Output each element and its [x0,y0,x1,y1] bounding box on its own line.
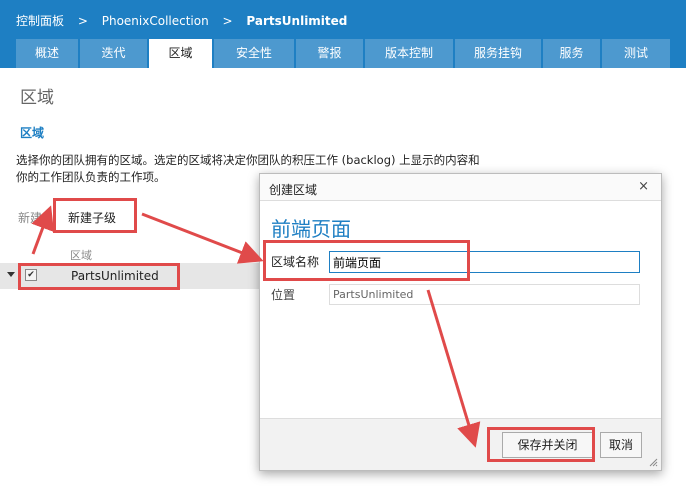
breadcrumb-item-control-panel[interactable]: 控制面板 [16,12,64,29]
dialog-title: 创建区域 [269,183,318,197]
dialog-footer: 保存并关闭 取消 [260,418,661,470]
page-title: 区域 [20,88,54,108]
breadcrumb-item-project[interactable]: PartsUnlimited [246,14,347,28]
location-field: PartsUnlimited [329,284,640,305]
top-bar: 控制面板 > PhoenixCollection > PartsUnlimite… [0,0,686,68]
create-area-dialog: 创建区域 × 前端页面 区域名称 位置 PartsUnlimited 保存并关闭… [259,173,662,471]
column-header-area: 区域 [70,249,92,262]
new-child-button[interactable]: 新建子级 [68,209,116,226]
tab-iterations[interactable]: 迭代 [80,39,147,68]
new-button[interactable]: 新建 [18,209,42,226]
checkbox-icon[interactable]: ✔ [25,269,37,281]
section-link-areas[interactable]: 区域 [20,124,44,141]
cancel-button[interactable]: 取消 [600,432,642,458]
dialog-titlebar[interactable]: 创建区域 × [260,174,661,201]
resize-grip-icon[interactable] [648,457,658,467]
tree-row-label: PartsUnlimited [71,269,159,283]
area-name-input[interactable] [329,251,640,273]
tab-areas[interactable]: 区域 [149,39,212,68]
tab-alerts[interactable]: 警报 [296,39,363,68]
save-and-close-button[interactable]: 保存并关闭 [502,432,593,458]
breadcrumb-separator: > [77,14,88,28]
tab-version-control[interactable]: 版本控制 [365,39,453,68]
breadcrumb-separator: > [222,14,233,28]
location-label: 位置 [271,288,296,302]
area-name-label: 区域名称 [271,255,320,269]
arrow-to-dialog-name [141,212,264,264]
close-icon[interactable]: × [638,179,649,194]
tab-services[interactable]: 服务 [543,39,600,68]
tab-security[interactable]: 安全性 [214,39,294,68]
tab-bar: 概述 迭代 区域 安全性 警报 版本控制 服务挂钩 服务 测试 [16,39,672,68]
tab-overview[interactable]: 概述 [16,39,78,68]
breadcrumb-item-collection[interactable]: PhoenixCollection [102,14,209,28]
triangle-down-icon[interactable] [7,272,15,277]
tab-test[interactable]: 测试 [602,39,670,68]
breadcrumb: 控制面板 > PhoenixCollection > PartsUnlimite… [16,12,347,29]
tree-row[interactable]: ✔ PartsUnlimited [0,263,300,289]
tab-service-hooks[interactable]: 服务挂钩 [455,39,541,68]
dialog-heading: 前端页面 [271,217,351,241]
